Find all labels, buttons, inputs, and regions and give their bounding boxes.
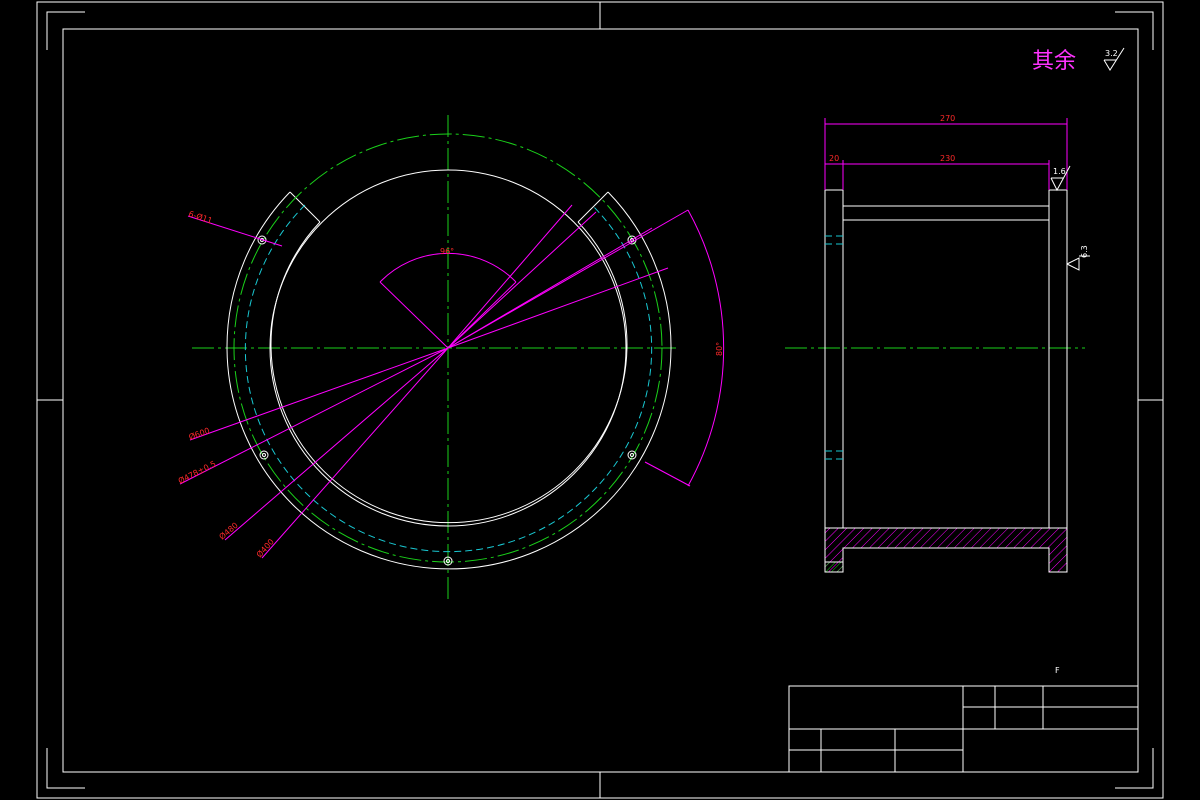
side-dimensions: 270 20 230 bbox=[824, 114, 1068, 190]
section-hatch bbox=[824, 527, 1068, 573]
front-view: 96° 80° 6-Ø11 Ø600 Ø478±0.5 Ø480 Ø400 bbox=[176, 115, 725, 602]
surface-finish-remark: 其余 3.2 bbox=[1032, 47, 1125, 74]
cad-drawing: 其余 3.2 96° 80° 6-Ø11 Ø600 Ø478±0.5 Ø480 … bbox=[36, 1, 1164, 799]
sheet-border bbox=[36, 1, 1164, 799]
roughness-top-value: 1.6 bbox=[1053, 167, 1066, 176]
diameter-400-label: Ø400 bbox=[254, 537, 276, 560]
inner-arc bbox=[270, 221, 628, 524]
angle-top-label: 96° bbox=[440, 247, 454, 256]
side-view: 270 20 230 1.6 6.3 bbox=[785, 114, 1090, 573]
radial-leaders bbox=[179, 204, 689, 559]
dim-total-label: 270 bbox=[940, 114, 955, 123]
holes-label: 6-Ø11 bbox=[187, 208, 213, 225]
roughness-side: 6.3 bbox=[1066, 245, 1090, 271]
dim-small-label: 20 bbox=[829, 154, 839, 163]
diameter-600-label: Ø600 bbox=[187, 425, 211, 442]
remark-text: 其余 bbox=[1032, 49, 1076, 74]
note-mark: F bbox=[1055, 666, 1060, 675]
roughness-side-value: 6.3 bbox=[1080, 245, 1089, 258]
dim-inner-label: 230 bbox=[940, 154, 955, 163]
diameter-478-label: Ø478±0.5 bbox=[176, 458, 217, 486]
remark-roughness-value: 3.2 bbox=[1105, 49, 1118, 58]
angle-right-label: 80° bbox=[715, 342, 724, 356]
roughness-side-icon bbox=[1066, 257, 1080, 271]
title-block bbox=[788, 685, 1139, 773]
